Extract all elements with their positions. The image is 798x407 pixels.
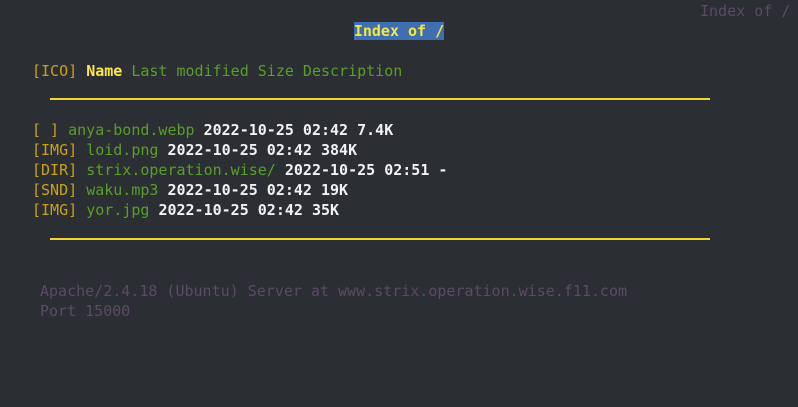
file-link[interactable]: anya-bond.webp xyxy=(68,121,194,139)
file-size: 384K xyxy=(321,141,358,159)
column-header-details[interactable]: Last modified Size Description xyxy=(131,62,402,80)
server-signature: Apache/2.4.18 (Ubuntu) Server at www.str… xyxy=(40,281,627,321)
file-size: - xyxy=(438,161,448,179)
bottom-divider xyxy=(50,238,710,240)
file-link[interactable]: yor.jpg xyxy=(86,201,149,219)
file-size: 35K xyxy=(311,201,340,219)
list-item: [IMG] yor.jpg 2022-10-25 02:42 35K xyxy=(32,200,447,220)
heading-container: Index of / xyxy=(0,21,798,41)
image-icon: [IMG] xyxy=(32,141,78,159)
file-modified: 2022-10-25 02:42 xyxy=(203,121,349,139)
file-link[interactable]: loid.png xyxy=(86,141,158,159)
server-signature-line: Apache/2.4.18 (Ubuntu) Server at www.str… xyxy=(40,282,627,300)
list-item: [SND] waku.mp3 2022-10-25 02:42 19K xyxy=(32,180,447,200)
directory-listing-page: Index of / Index of / [ICO] Name Last mo… xyxy=(0,0,798,407)
list-item: [DIR] strix.operation.wise/ 2022-10-25 0… xyxy=(32,160,447,180)
image-icon: [IMG] xyxy=(32,201,78,219)
directory-link[interactable]: strix.operation.wise/ xyxy=(86,161,276,179)
file-size: 7.4K xyxy=(357,121,394,139)
file-modified: 2022-10-25 02:51 xyxy=(284,161,430,179)
file-list: [ ] anya-bond.webp 2022-10-25 02:42 7.4K… xyxy=(32,120,447,220)
file-modified: 2022-10-25 02:42 xyxy=(167,181,312,199)
top-divider xyxy=(50,98,710,100)
file-link[interactable]: waku.mp3 xyxy=(86,181,158,199)
server-port-line: Port 15000 xyxy=(40,302,131,320)
column-header-icon[interactable]: [ICO] xyxy=(32,62,77,80)
sound-icon: [SND] xyxy=(32,181,78,199)
page-title: Index of / xyxy=(353,22,445,40)
list-item: [IMG] loid.png 2022-10-25 02:42 384K xyxy=(32,140,447,160)
folder-icon: [DIR] xyxy=(32,161,78,179)
column-header-name[interactable]: Name xyxy=(86,62,122,80)
list-item: [ ] anya-bond.webp 2022-10-25 02:42 7.4K xyxy=(32,120,447,140)
file-modified: 2022-10-25 02:42 xyxy=(167,141,312,159)
column-header-row: [ICO] Name Last modified Size Descriptio… xyxy=(32,61,402,81)
file-modified: 2022-10-25 02:42 xyxy=(158,201,303,219)
file-size: 19K xyxy=(321,181,349,199)
tab-title: Index of / xyxy=(700,2,791,20)
file-type-icon: [ ] xyxy=(32,121,60,139)
